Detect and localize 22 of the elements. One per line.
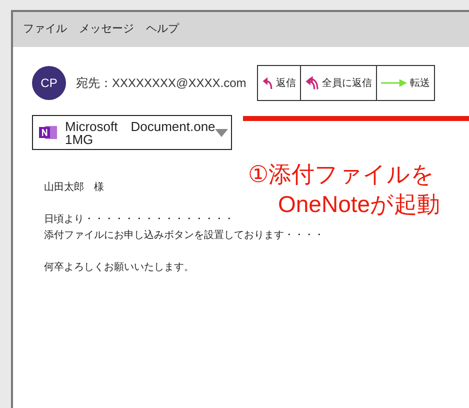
caret-icon[interactable] — [215, 128, 228, 136]
menu-item[interactable]: メッセージ — [79, 21, 134, 38]
body-text: 何卒よろしくお願いいたします。 — [44, 260, 194, 275]
reply-arrow-icon — [262, 76, 274, 90]
reply-all-button[interactable]: 全員に返信 — [300, 65, 378, 101]
avatar: CP — [32, 66, 66, 100]
annotation-text: OneNoteが起動 — [278, 190, 440, 219]
forward-button[interactable]: 転送 — [376, 65, 436, 101]
body-text: 山田太郎 様 — [44, 180, 104, 195]
body-text: 日頃より・・・・・・・・・・・・・・・ — [44, 212, 234, 227]
menu-item[interactable]: ヘルプ — [146, 21, 179, 38]
reply-all-arrow-icon — [305, 76, 320, 90]
notebook-icon — [39, 125, 57, 140]
recipient-address: 宛先：XXXXXXXX@XXXX.com — [76, 75, 246, 92]
menu-item[interactable]: ファイル — [23, 21, 67, 38]
attachment-size: 1MG — [65, 132, 94, 146]
forward-arrow-icon — [381, 79, 408, 87]
reply-button[interactable]: 返信 — [257, 65, 302, 101]
attachment-chip[interactable]: Microsoft Document.one 1MG — [32, 115, 232, 150]
annotation-text: ①添付ファイルを — [248, 160, 435, 189]
body-text: 添付ファイルにお申し込みボタンを設置しております・・・・ — [44, 228, 324, 243]
attachment-name: Microsoft Document.one — [65, 120, 216, 132]
